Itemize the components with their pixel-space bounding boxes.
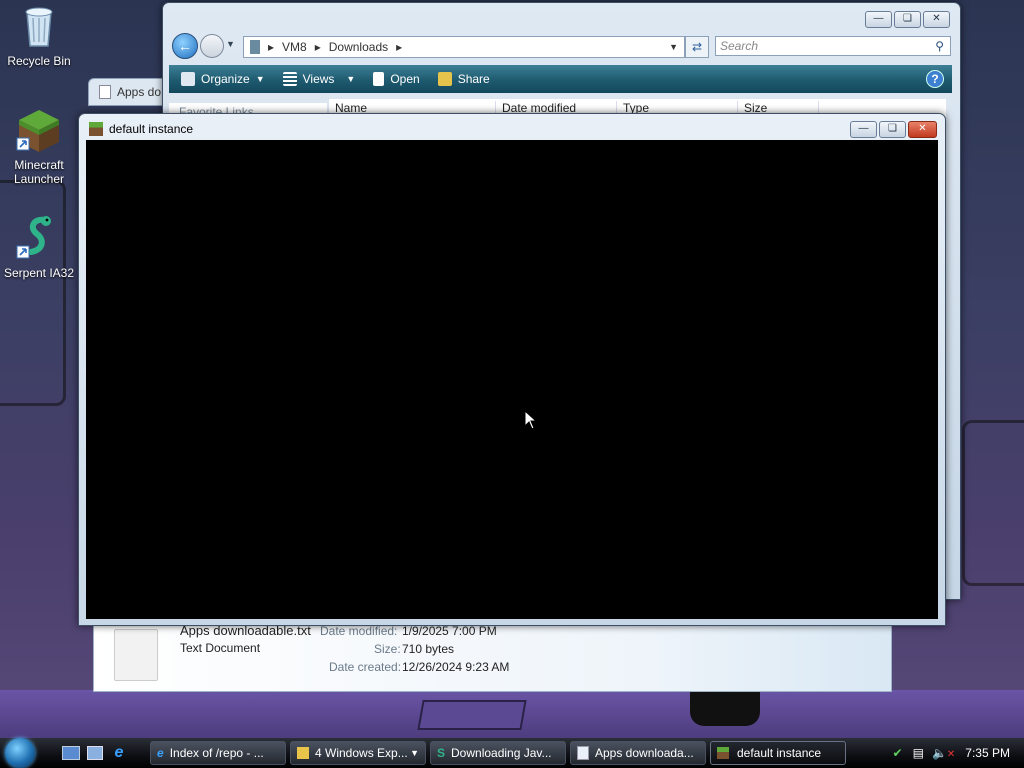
safely-remove-hardware-icon[interactable]: ✔: [893, 746, 903, 760]
desktop-icon-serpent-ia32[interactable]: Serpent IA32: [0, 214, 78, 280]
taskbar-button-downloading-java[interactable]: S Downloading Jav...: [430, 741, 566, 765]
background-window-title: Apps do: [117, 85, 162, 99]
close-button[interactable]: ✕: [908, 121, 937, 138]
breadcrumb-separator: ▸: [314, 40, 321, 54]
search-placeholder: Search: [720, 39, 759, 53]
serpent-icon: [15, 214, 63, 262]
minecraft-grass-block-icon: [15, 106, 63, 154]
refresh-button[interactable]: ⇄: [685, 36, 709, 58]
chevron-down-icon: ▼: [255, 74, 265, 84]
notification-area: ✔ ▤ 🔈✕ 7:35 PM: [884, 738, 1024, 768]
notepad-icon: [99, 85, 111, 99]
desktop-icon-recycle-bin[interactable]: Recycle Bin: [0, 2, 78, 68]
minimize-button[interactable]: —: [850, 121, 877, 138]
chevron-down-icon: ▼: [346, 74, 356, 84]
open-label: Open: [390, 72, 420, 86]
search-icon[interactable]: ⚲: [935, 39, 944, 53]
breadcrumb-downloads[interactable]: Downloads: [329, 40, 388, 54]
switch-windows-button[interactable]: [84, 742, 106, 764]
wallpaper-frame-right: [962, 420, 1024, 586]
text-document-icon: [114, 629, 158, 681]
views-icon: [282, 72, 297, 86]
breadcrumb-separator: ▸: [268, 40, 275, 54]
open-button[interactable]: Open: [373, 72, 420, 86]
minecraft-window[interactable]: default instance — ❏ ✕: [78, 113, 946, 626]
ie-icon: e: [114, 744, 124, 761]
windows-orb-icon: [5, 738, 35, 768]
chevron-down-icon: ▼: [410, 748, 419, 758]
close-button[interactable]: ✕: [923, 11, 950, 28]
serpent-icon: S: [437, 746, 446, 760]
refresh-icon: ⇄: [691, 40, 703, 54]
notepad-icon: [577, 746, 589, 760]
desktop-icon-label: Minecraft Launcher: [13, 158, 65, 186]
game-canvas[interactable]: [86, 140, 938, 619]
address-dropdown-icon[interactable]: ▼: [669, 42, 678, 52]
taskbar-button-default-instance[interactable]: default instance: [710, 741, 846, 765]
ie-icon: e: [157, 746, 164, 760]
arrow-left-icon: ←: [178, 38, 192, 54]
history-dropdown[interactable]: ▼: [226, 39, 235, 49]
views-button[interactable]: Views ▼: [282, 72, 356, 86]
taskbar-button-label: Apps downloada...: [595, 746, 694, 760]
help-icon[interactable]: ?: [926, 70, 944, 88]
share-icon: [437, 72, 452, 86]
taskbar-button-apps-downloadable[interactable]: Apps downloada...: [570, 741, 706, 765]
start-button[interactable]: [0, 738, 40, 768]
desktop-icon-label: Serpent IA32: [3, 266, 75, 280]
taskbar-button-label: default instance: [737, 746, 822, 760]
wallpaper-keyboard: [417, 700, 527, 730]
show-desktop-icon: [62, 746, 80, 760]
folder-icon: [297, 747, 309, 759]
taskbar-button-label: 4 Windows Exp...: [315, 746, 408, 760]
share-label: Share: [457, 72, 490, 86]
minecraft-grass-block-icon: [89, 122, 103, 136]
background-window-tab[interactable]: Apps do: [88, 78, 170, 106]
minimize-button[interactable]: —: [865, 11, 892, 28]
wallpaper-mug: [690, 690, 760, 726]
desktop-icon-label: Recycle Bin: [7, 54, 71, 68]
address-bar[interactable]: ▸ VM8 ▸ Downloads ▸ ▼: [243, 36, 685, 58]
document-icon: [373, 72, 385, 86]
details-date-created: 12/26/2024 9:23 AM: [402, 660, 510, 674]
views-label: Views: [302, 72, 335, 86]
mouse-cursor-icon: [524, 410, 538, 430]
taskbar-button-label: Downloading Jav...: [451, 746, 552, 760]
organize-icon: [181, 72, 195, 86]
back-button[interactable]: ←: [172, 33, 198, 59]
details-file-type: Text Document: [180, 641, 261, 655]
recycle-bin-icon: [15, 2, 63, 50]
taskbar-button-index-of-repo[interactable]: e Index of /repo - ...: [150, 741, 286, 765]
organize-button[interactable]: Organize ▼: [181, 72, 265, 86]
desktop-icon-minecraft-launcher[interactable]: Minecraft Launcher: [0, 106, 78, 186]
maximize-button[interactable]: ❏: [894, 11, 921, 28]
show-desktop-button[interactable]: [60, 742, 82, 764]
command-bar: Organize ▼ Views ▼ Open Share ?: [169, 65, 952, 93]
breadcrumb-vm8[interactable]: VM8: [282, 40, 307, 54]
details-date-modified-label: Date modified:: [320, 624, 398, 638]
taskbar: e e Index of /repo - ... 4 Windows Exp..…: [0, 738, 1024, 768]
volume-muted-icon[interactable]: 🔈✕: [932, 746, 955, 760]
search-input[interactable]: Search ⚲: [715, 36, 951, 56]
clock[interactable]: 7:35 PM: [965, 746, 1010, 760]
details-pane: Apps downloadable.txt Text Document Date…: [93, 620, 892, 692]
taskbar-button-label: Index of /repo - ...: [169, 746, 264, 760]
computer-icon: [250, 40, 260, 54]
minecraft-grass-block-icon: [717, 747, 729, 759]
details-size: 710 bytes: [402, 642, 455, 656]
organize-label: Organize: [201, 72, 250, 86]
breadcrumb-separator: ▸: [396, 40, 403, 54]
switch-windows-icon: [87, 746, 103, 760]
network-icon[interactable]: ▤: [913, 746, 924, 760]
taskbar-button-windows-explorer-group[interactable]: 4 Windows Exp... ▼: [290, 741, 426, 765]
maximize-button[interactable]: ❏: [879, 121, 906, 138]
share-button[interactable]: Share: [437, 72, 490, 86]
details-date-modified: 1/9/2025 7:00 PM: [402, 624, 497, 638]
window-title: default instance: [109, 122, 194, 136]
internet-explorer-button[interactable]: e: [108, 742, 130, 764]
details-date-created-label: Date created:: [329, 660, 402, 674]
details-size-label: Size:: [374, 642, 401, 656]
forward-button[interactable]: [200, 34, 224, 58]
